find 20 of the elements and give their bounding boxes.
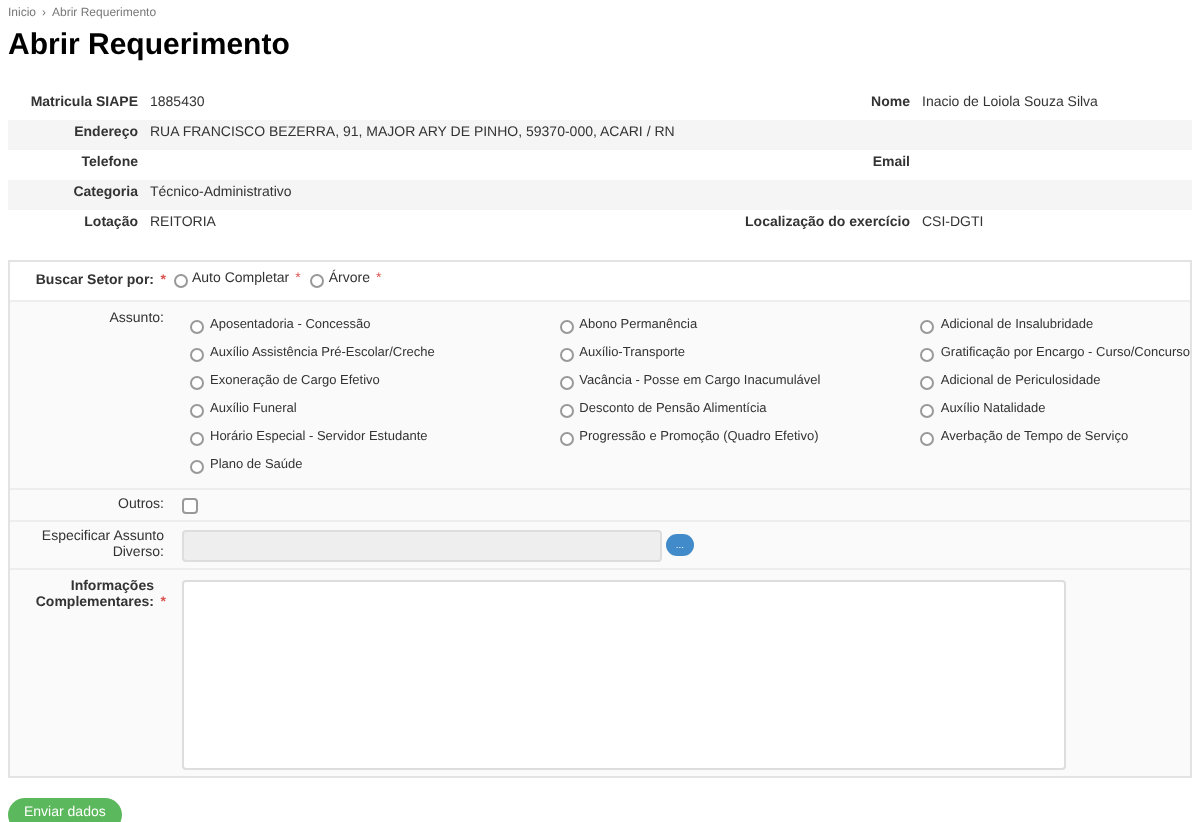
page-title: Abrir Requerimento — [8, 28, 290, 64]
radio-button[interactable] — [920, 431, 935, 445]
radio-button[interactable] — [920, 403, 935, 417]
radio-button[interactable] — [559, 375, 574, 389]
radio-button[interactable] — [920, 375, 935, 389]
radio-button[interactable] — [559, 319, 574, 333]
radio-button[interactable] — [559, 347, 574, 361]
radio-button[interactable] — [190, 347, 204, 361]
radio-button[interactable] — [190, 375, 204, 389]
radio-button[interactable] — [190, 403, 204, 417]
radio-button[interactable] — [190, 319, 204, 333]
radio-button[interactable] — [559, 431, 574, 445]
radio-button[interactable] — [920, 347, 935, 361]
radio-button[interactable] — [190, 459, 204, 473]
radio-button[interactable] — [559, 403, 574, 417]
radio-button[interactable] — [920, 319, 935, 333]
radio-button[interactable] — [310, 274, 325, 288]
checkbox[interactable] — [182, 497, 198, 513]
radio-button[interactable] — [174, 274, 188, 288]
radio-button[interactable] — [190, 431, 204, 445]
